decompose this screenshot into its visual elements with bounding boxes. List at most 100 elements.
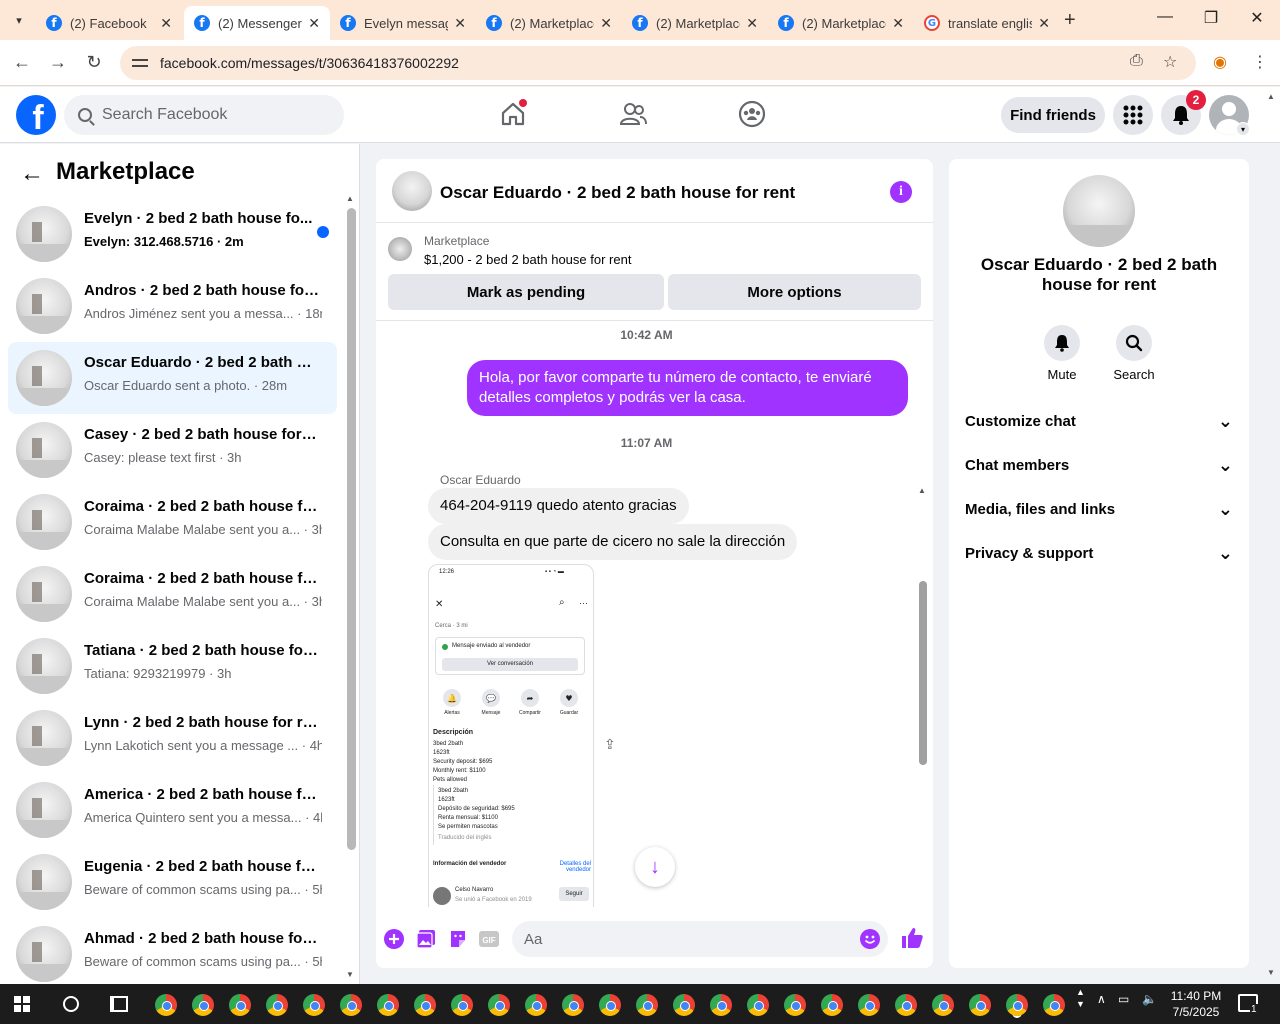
conversation-item[interactable]: Coraima · 2 bed 2 bath house fo... Coraim… [8, 486, 337, 558]
network-icon[interactable]: ▭ [1118, 992, 1129, 1006]
close-tab-icon[interactable]: ✕ [746, 15, 758, 32]
browser-tab[interactable]: f (2) Marketplace ✕ [622, 6, 768, 40]
more-options-button[interactable]: More options [668, 274, 921, 310]
close-tab-icon[interactable]: ✕ [1038, 15, 1050, 32]
friends-icon[interactable] [616, 97, 650, 131]
conversation-item[interactable]: America · 2 bed 2 bath house fo... Americ… [8, 774, 337, 846]
listing-thumbnail[interactable] [388, 237, 412, 261]
close-window-button[interactable]: ✕ [1234, 8, 1280, 28]
incoming-message[interactable]: 464-204-9119 quedo atento gracias [428, 488, 689, 524]
chrome-taskbar-icon[interactable] [562, 994, 584, 1016]
chrome-taskbar-icon[interactable] [377, 994, 399, 1016]
chrome-taskbar-icon[interactable] [414, 994, 436, 1016]
profile-icon[interactable]: ◉ [1213, 52, 1227, 72]
close-tab-icon[interactable]: ✕ [160, 15, 172, 32]
conversation-item[interactable]: Eugenia · 2 bed 2 bath house for... Bewar… [8, 846, 337, 918]
back-button[interactable]: ← [10, 52, 34, 73]
photo-attachment[interactable]: 12:26 ▪ ▪ ◔ ▬ ✕ ⌕ ··· Cerca · 3 mi Mensa… [428, 564, 594, 907]
incoming-message[interactable]: Consulta en que parte de cicero no sale … [428, 524, 798, 560]
chrome-taskbar-icon[interactable] [969, 994, 991, 1016]
conversation-list-scrollbar[interactable] [347, 208, 356, 850]
reload-button[interactable]: ↻ [82, 52, 106, 73]
forward-button[interactable]: → [46, 52, 70, 73]
tray-chevron-icon[interactable]: ∧ [1097, 992, 1106, 1006]
restore-button[interactable]: ❐ [1188, 8, 1234, 28]
tab-search-dropdown-icon[interactable]: ▾ [6, 8, 32, 32]
chrome-taskbar-icon[interactable] [858, 994, 880, 1016]
task-view-icon[interactable] [110, 996, 128, 1012]
bookmark-star-icon[interactable]: ☆ [1163, 52, 1177, 72]
browser-tab[interactable]: f (2) Facebook ✕ [36, 6, 182, 40]
menu-grid-icon[interactable] [1113, 95, 1153, 135]
page-scroll-up-icon[interactable]: ▲ [1267, 92, 1275, 101]
facebook-search[interactable] [64, 95, 344, 135]
minimize-button[interactable]: — [1142, 8, 1188, 26]
site-info-icon[interactable] [132, 56, 148, 70]
message-input[interactable] [512, 921, 888, 957]
address-bar[interactable]: facebook.com/messages/t/3063641837600229… [120, 46, 1196, 80]
close-tab-icon[interactable]: ✕ [892, 15, 904, 32]
close-tab-icon[interactable]: ✕ [454, 15, 466, 32]
info-section-customize-chat[interactable]: Customize chat ⌄ [965, 409, 1233, 433]
chrome-taskbar-icon[interactable] [673, 994, 695, 1016]
browser-tab[interactable]: f (2) Messenger ✕ [184, 6, 330, 40]
browser-menu-icon[interactable]: ⋮ [1252, 52, 1268, 72]
cortana-search-icon[interactable] [63, 996, 79, 1012]
chrome-taskbar-icon[interactable] [821, 994, 843, 1016]
gif-icon[interactable]: GIF [479, 929, 499, 949]
conversation-item[interactable]: Coraima · 2 bed 2 bath house fo... Coraim… [8, 558, 337, 630]
mark-as-pending-button[interactable]: Mark as pending [388, 274, 664, 310]
photo-icon[interactable] [416, 929, 436, 949]
sticker-icon[interactable] [448, 929, 468, 949]
chat-title[interactable]: Oscar Eduardo · 2 bed 2 bath house for r… [440, 183, 795, 203]
chrome-taskbar-icon[interactable] [525, 994, 547, 1016]
browser-tab[interactable]: f (2) Marketplace ✕ [476, 6, 622, 40]
scroll-down-arrow-icon[interactable]: ▼ [346, 970, 354, 979]
chrome-taskbar-icon[interactable] [932, 994, 954, 1016]
browser-tab[interactable]: f (2) Marketplace ✕ [768, 6, 914, 40]
back-arrow-icon[interactable]: ← [20, 160, 44, 188]
conversation-item[interactable]: Oscar Eduardo · 2 bed 2 bath ho... Oscar … [8, 342, 337, 414]
conversation-item[interactable]: Ahmad · 2 bed 2 bath house for ... Beware… [8, 918, 337, 984]
conversation-item[interactable]: Andros · 2 bed 2 bath house for ... Andro… [8, 270, 337, 342]
chrome-taskbar-icon[interactable] [1043, 994, 1065, 1016]
conversation-item[interactable]: Tatiana · 2 bed 2 bath house for ... Tati… [8, 630, 337, 702]
conversation-item[interactable]: Evelyn · 2 bed 2 bath house fo... Evelyn:… [8, 198, 337, 270]
chrome-taskbar-icon[interactable] [636, 994, 658, 1016]
info-section-privacy-support[interactable]: Privacy & support ⌄ [965, 541, 1233, 565]
search-conversation-button[interactable]: Search [1104, 325, 1164, 382]
plus-icon[interactable] [384, 929, 404, 949]
facebook-search-input[interactable] [102, 106, 302, 124]
chrome-taskbar-icon[interactable] [599, 994, 621, 1016]
groups-icon[interactable] [735, 97, 769, 131]
chrome-taskbar-icon[interactable] [488, 994, 510, 1016]
conversation-item[interactable]: Lynn · 2 bed 2 bath house for rent Lynn L… [8, 702, 337, 774]
outgoing-message[interactable]: Hola, por favor comparte tu número de co… [467, 360, 908, 416]
browser-tab[interactable]: f Evelyn message ✕ [330, 6, 476, 40]
mute-button[interactable]: Mute [1032, 325, 1092, 382]
chat-avatar[interactable] [392, 171, 432, 211]
account-chevron-icon[interactable]: ▾ [1236, 122, 1250, 136]
message-scrollbar[interactable] [919, 581, 927, 765]
taskbar-clock[interactable]: 11:40 PM 7/5/2025 [1168, 988, 1224, 1020]
install-app-icon[interactable]: ⎙ [1130, 52, 1143, 70]
chrome-taskbar-icon[interactable] [155, 994, 177, 1016]
scroll-up-arrow-icon[interactable]: ▲ [918, 486, 926, 495]
share-icon[interactable]: ⇪ [604, 736, 616, 753]
chrome-taskbar-icon[interactable] [303, 994, 325, 1016]
info-section-media-files-and-links[interactable]: Media, files and links ⌄ [965, 497, 1233, 521]
taskbar-scroll-icon[interactable]: ▲ ▼ [1076, 986, 1085, 1010]
chrome-taskbar-icon[interactable] [747, 994, 769, 1016]
chrome-taskbar-icon[interactable] [266, 994, 288, 1016]
volume-icon[interactable]: 🔈 [1142, 992, 1157, 1006]
thumbs-up-icon[interactable] [900, 926, 924, 950]
page-scroll-down-icon[interactable]: ▼ [1267, 968, 1275, 977]
scroll-up-arrow-icon[interactable]: ▲ [346, 194, 354, 203]
windows-start-icon[interactable] [14, 996, 30, 1012]
chrome-taskbar-icon[interactable] [451, 994, 473, 1016]
facebook-logo[interactable]: f [16, 95, 56, 135]
scroll-to-bottom-button[interactable]: ↓ [635, 847, 675, 887]
info-section-chat-members[interactable]: Chat members ⌄ [965, 453, 1233, 477]
info-icon[interactable]: i [890, 181, 912, 203]
find-friends-button[interactable]: Find friends [1001, 97, 1105, 133]
